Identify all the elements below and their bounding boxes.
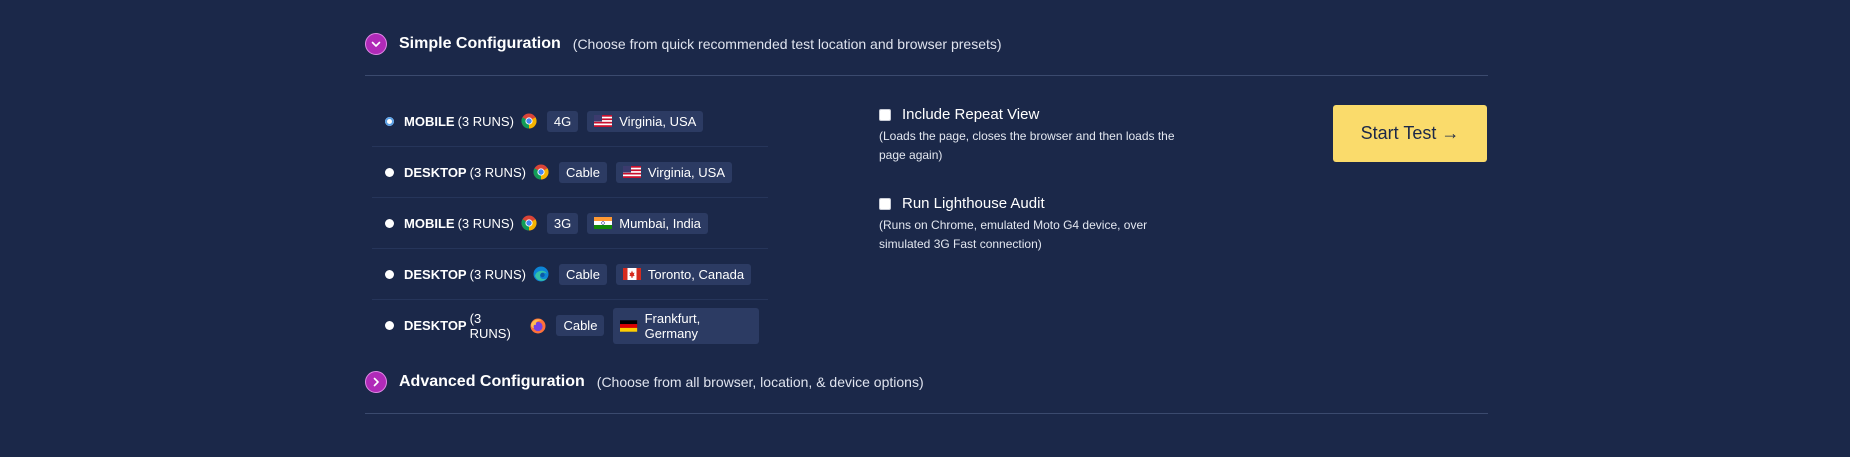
us-flag-icon (594, 115, 613, 127)
firefox-icon (530, 318, 546, 333)
lighthouse-option: Run Lighthouse Audit (Runs on Chrome, em… (879, 195, 1199, 254)
preset-list: MOBILE (3 RUNS) 4G Virginia, USA DESKTOP… (372, 96, 768, 351)
location-label: Virginia, USA (619, 113, 697, 129)
connection-chip: 3G (546, 212, 579, 234)
advanced-config-subtitle: (Choose from all browser, location, & de… (596, 374, 924, 390)
connection-chip: 4G (546, 110, 579, 132)
chevron-right-icon[interactable] (365, 371, 387, 393)
preset-runs: (3 RUNS) (469, 164, 526, 180)
simple-config-header[interactable]: Simple Configuration (Choose from quick … (365, 33, 1002, 55)
location-label: Toronto, Canada (647, 266, 745, 282)
location-label: Virginia, USA (647, 164, 725, 180)
preset-device: MOBILE (404, 215, 455, 231)
preset-row[interactable]: DESKTOP (3 RUNS) Cable Frankfurt, German… (372, 300, 768, 351)
preset-radio[interactable] (385, 218, 394, 228)
repeat-view-description: (Loads the page, closes the browser and … (879, 129, 1175, 162)
chevron-down-icon[interactable] (365, 33, 387, 55)
preset-radio[interactable] (385, 269, 394, 279)
repeat-view-label[interactable]: Include Repeat View (902, 106, 1039, 123)
start-test-button[interactable]: Start Test → (1333, 105, 1487, 162)
connection-chip: Cable (558, 161, 607, 183)
preset-radio[interactable] (385, 167, 394, 177)
preset-row[interactable]: DESKTOP (3 RUNS) Cable Toronto, Canada (372, 249, 768, 300)
germany-flag-icon (620, 319, 638, 332)
advanced-config-header[interactable]: Advanced Configuration (Choose from all … (365, 371, 924, 393)
preset-row[interactable]: DESKTOP (3 RUNS) Cable Virginia, USA (372, 147, 768, 198)
chrome-icon (521, 215, 537, 231)
edge-icon (533, 266, 549, 282)
location-chip: Mumbai, India (587, 212, 708, 234)
preset-device: DESKTOP (404, 266, 467, 282)
repeat-view-checkbox[interactable] (879, 108, 891, 121)
divider (365, 413, 1488, 414)
repeat-view-option: Include Repeat View (Loads the page, clo… (879, 106, 1199, 165)
location-chip: Virginia, USA (587, 110, 704, 132)
advanced-config-title: Advanced Configuration (399, 373, 585, 390)
preset-runs: (3 RUNS) (469, 310, 511, 341)
preset-radio[interactable] (385, 116, 394, 126)
preset-device: DESKTOP (404, 164, 467, 180)
india-flag-icon (594, 217, 613, 229)
preset-device: DESKTOP (404, 318, 467, 333)
simple-config-subtitle: (Choose from quick recommended test loca… (572, 36, 1002, 52)
chrome-icon (533, 164, 549, 180)
divider (365, 75, 1488, 76)
location-chip: Virginia, USA (615, 161, 732, 183)
connection-chip: Cable (556, 315, 605, 336)
location-chip: Frankfurt, Germany (613, 307, 759, 344)
lighthouse-description: (Runs on Chrome, emulated Moto G4 device… (879, 218, 1148, 251)
preset-device: MOBILE (404, 113, 455, 129)
location-label: Frankfurt, Germany (644, 310, 701, 341)
connection-chip: Cable (558, 263, 607, 285)
preset-row[interactable]: MOBILE (3 RUNS) 3G Mumbai, India (372, 198, 768, 249)
location-chip: Toronto, Canada (615, 263, 752, 285)
preset-runs: (3 RUNS) (457, 215, 514, 231)
us-flag-icon (622, 166, 641, 178)
simple-config-title: Simple Configuration (399, 35, 561, 52)
preset-runs: (3 RUNS) (457, 113, 514, 129)
preset-row[interactable]: MOBILE (3 RUNS) 4G Virginia, USA (372, 96, 768, 147)
lighthouse-checkbox[interactable] (879, 197, 891, 210)
chrome-icon (521, 113, 537, 129)
canada-flag-icon (622, 268, 641, 280)
location-label: Mumbai, India (619, 215, 701, 231)
preset-radio[interactable] (385, 321, 394, 330)
preset-runs: (3 RUNS) (469, 266, 526, 282)
lighthouse-label[interactable]: Run Lighthouse Audit (902, 195, 1045, 212)
